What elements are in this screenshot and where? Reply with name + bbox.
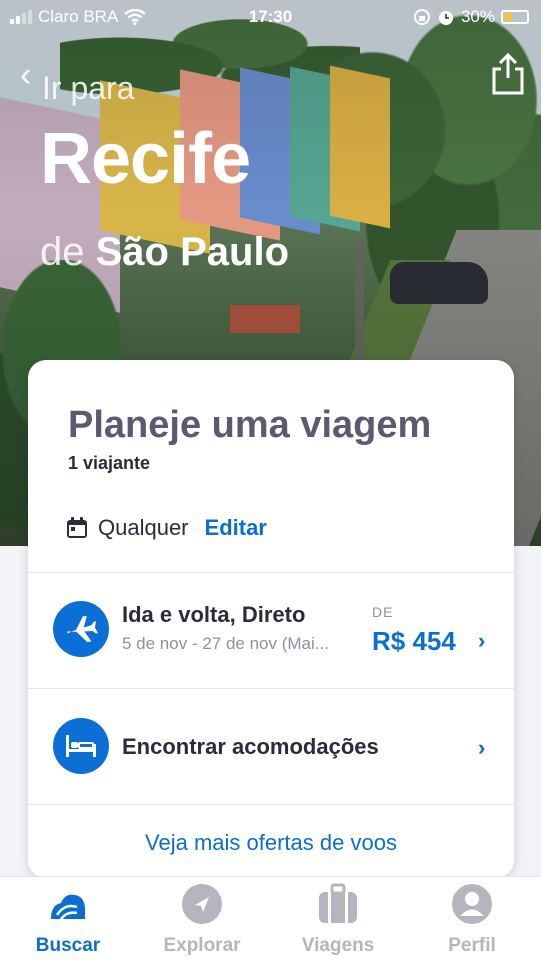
origin-prefix: de: [40, 230, 85, 274]
edit-dates-button[interactable]: Editar: [205, 515, 267, 541]
origin-line: de São Paulo: [40, 230, 289, 275]
divider: [28, 804, 514, 805]
chevron-right-icon: ›: [478, 735, 486, 760]
tab-explore[interactable]: Explorar: [142, 883, 262, 957]
flight-price: R$ 454: [372, 626, 456, 656]
tab-label: Viagens: [301, 935, 375, 956]
card-title: Planeje uma viagem: [68, 404, 432, 446]
origin-city: São Paulo: [95, 230, 290, 274]
suitcase-icon: [319, 883, 357, 923]
divider: [28, 572, 514, 573]
bottom-tab-bar: Buscar Explorar Viagens Perfil: [0, 876, 541, 960]
dates-value: Qualquer: [98, 515, 189, 540]
status-bar: Claro BRA 17:30 30%: [0, 0, 541, 36]
price-prefix: DE: [372, 604, 394, 620]
share-icon[interactable]: [488, 52, 528, 96]
tab-search[interactable]: Buscar: [8, 883, 128, 957]
status-right: 30%: [413, 7, 529, 27]
trip-planner-card: Planeje uma viagem 1 viajante Qualquer E…: [28, 360, 514, 878]
tab-profile[interactable]: Perfil: [412, 883, 532, 957]
skyscanner-logo-icon: [51, 894, 85, 920]
date-row: Qualquer Editar: [66, 515, 267, 541]
flight-type: Ida e volta, Direto: [122, 602, 306, 627]
compass-icon: [182, 884, 222, 924]
battery-icon: [501, 10, 529, 24]
travelers-count[interactable]: 1 viajante: [68, 453, 150, 474]
chevron-right-icon: ›: [478, 628, 486, 653]
calendar-icon: [67, 517, 87, 538]
lodging-title: Encontrar acomodações: [122, 734, 379, 759]
alarm-icon: [438, 11, 453, 25]
tab-label: Explorar: [163, 935, 241, 956]
screen-lock-icon: [413, 9, 430, 25]
back-chevron-icon[interactable]: ‹: [20, 58, 31, 92]
battery-percent: 30%: [460, 7, 495, 26]
profile-icon: [452, 884, 492, 924]
screen: Claro BRA 17:30 30% ‹ Ir para Recife de …: [0, 0, 541, 960]
flight-dates: 5 de nov - 27 de nov (Mai...: [122, 634, 329, 653]
tab-trips[interactable]: Viagens: [278, 883, 398, 957]
more-flight-offers-link[interactable]: Veja mais ofertas de voos: [28, 830, 514, 856]
tab-label: Perfil: [448, 935, 496, 956]
airplane-icon: [53, 601, 109, 657]
destination-city: Recife: [40, 119, 251, 199]
divider: [28, 688, 514, 689]
go-to-label: Ir para: [42, 70, 135, 106]
tab-label: Buscar: [35, 935, 101, 956]
bed-icon: [53, 718, 109, 774]
